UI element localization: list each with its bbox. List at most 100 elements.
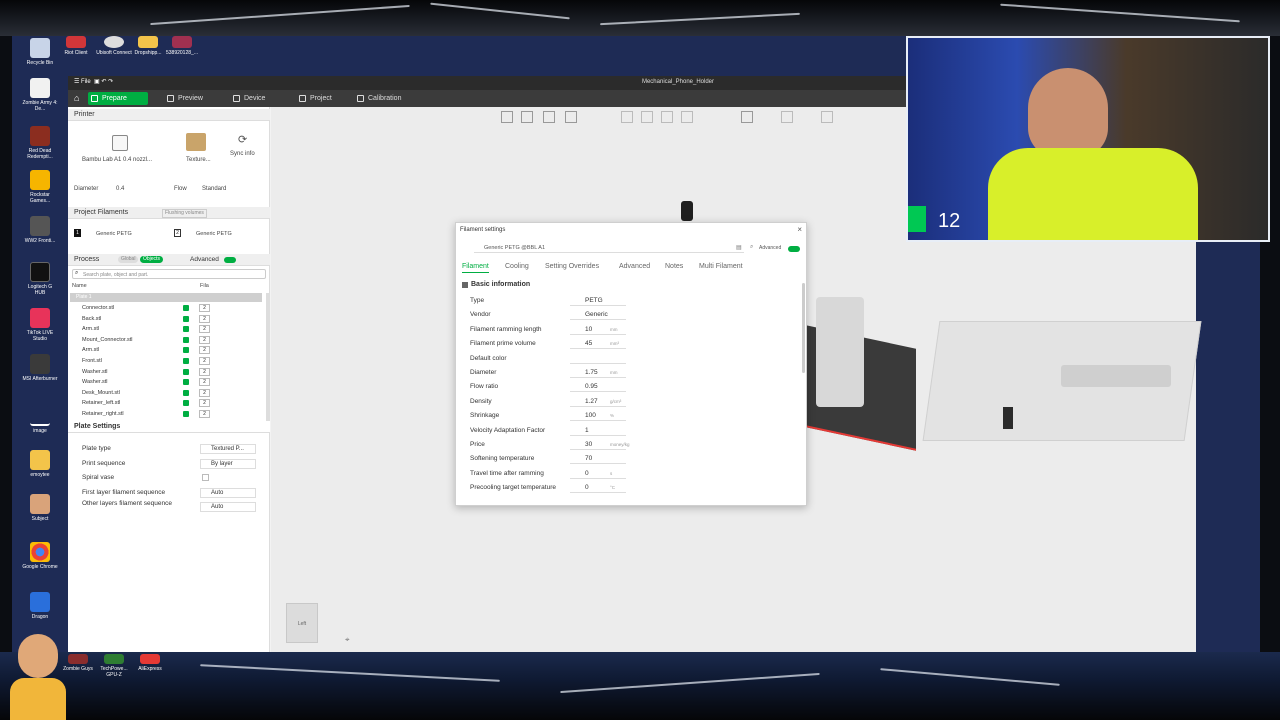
- property-input[interactable]: 1: [570, 425, 626, 436]
- property-input[interactable]: 100: [570, 410, 626, 422]
- setting-select[interactable]: Auto: [200, 487, 256, 498]
- object-row[interactable]: Arm.stl 2: [68, 324, 264, 335]
- filament-select[interactable]: 2: [199, 357, 210, 365]
- search-icon[interactable]: ⌕: [750, 244, 753, 251]
- desktop-icon[interactable]: Dropshipp...: [130, 36, 166, 56]
- scale-icon[interactable]: [661, 111, 673, 123]
- desktop-icon[interactable]: Dragon: [22, 592, 58, 620]
- visible-checkbox[interactable]: [183, 358, 189, 364]
- object-row[interactable]: Retainer_right.stl 2: [68, 409, 264, 420]
- file-menu[interactable]: ☰ File ▣ ↶ ↷: [74, 78, 113, 85]
- rotate-icon[interactable]: [641, 111, 653, 123]
- object-row[interactable]: Mount_Connector.stl 2: [68, 335, 264, 346]
- desktop-icon[interactable]: MSI Afterburner: [22, 354, 58, 382]
- home-icon[interactable]: ⌂: [72, 92, 84, 105]
- filament-select[interactable]: 2: [199, 304, 210, 312]
- flow-select[interactable]: Standard: [202, 186, 226, 192]
- filament-select[interactable]: 2: [199, 399, 210, 408]
- object-row[interactable]: Connector.stl 2: [68, 303, 264, 314]
- tab-cooling[interactable]: Cooling: [505, 263, 529, 270]
- property-input[interactable]: Generic: [570, 309, 626, 321]
- list-scrollbar[interactable]: [266, 293, 269, 423]
- visible-checkbox[interactable]: [183, 400, 189, 407]
- filament-select[interactable]: 2: [199, 388, 210, 397]
- add-plate-icon[interactable]: [521, 111, 533, 123]
- property-input[interactable]: 0: [570, 482, 626, 494]
- tab-project[interactable]: Project: [296, 92, 352, 105]
- desktop-icon[interactable]: Red Dead Redempti...: [22, 126, 58, 160]
- desktop-icon[interactable]: Rockstar Games...: [22, 170, 58, 204]
- add-object-icon[interactable]: [501, 111, 513, 123]
- visible-checkbox[interactable]: [183, 411, 189, 417]
- tab-prepare[interactable]: Prepare: [88, 92, 148, 105]
- phone-holder-model[interactable]: [816, 297, 864, 407]
- plate-type-label[interactable]: Texture...: [186, 157, 211, 163]
- filament-slot-1[interactable]: 1: [74, 229, 81, 237]
- desktop-icon[interactable]: Logitech G HUB: [22, 262, 58, 296]
- printer-name[interactable]: Bambu Lab A1 0.4 nozzl...: [82, 157, 152, 163]
- desktop-icon[interactable]: 538920128_...: [164, 36, 200, 56]
- measure-icon[interactable]: [781, 111, 793, 123]
- visible-checkbox[interactable]: [183, 347, 189, 354]
- object-row[interactable]: Desk_Mount.stl 2: [68, 388, 264, 399]
- tab-notes[interactable]: Notes: [665, 263, 683, 270]
- advanced-toggle[interactable]: [224, 257, 236, 263]
- property-input[interactable]: [570, 353, 626, 364]
- desktop-icon[interactable]: emoytee: [22, 450, 58, 478]
- visible-checkbox[interactable]: [183, 315, 189, 322]
- taskbar-icon[interactable]: AliExpress: [132, 654, 168, 672]
- desktop-icon[interactable]: TikTok LIVE Studio: [22, 308, 58, 342]
- taskbar-icon[interactable]: TechPowe... GPU-Z: [96, 654, 132, 678]
- filament-select[interactable]: 2: [199, 314, 210, 323]
- visible-checkbox[interactable]: [183, 326, 189, 333]
- assembly-icon[interactable]: [821, 111, 833, 123]
- property-input[interactable]: PETG: [570, 295, 626, 306]
- desktop-icon[interactable]: Subject: [22, 494, 58, 522]
- property-input[interactable]: 0: [570, 468, 626, 479]
- sync-icon[interactable]: ⟳: [238, 133, 247, 146]
- desktop-icon[interactable]: image: [22, 406, 58, 434]
- filament-1-name[interactable]: Generic PETG: [96, 231, 132, 237]
- setting-select[interactable]: By layer: [200, 458, 256, 469]
- object-row[interactable]: Washer.stl 2: [68, 377, 264, 388]
- tab-setting-overrides[interactable]: Setting Overrides: [545, 263, 599, 270]
- desktop-icon[interactable]: Google Chrome: [22, 542, 58, 570]
- object-row[interactable]: Arm.stl 2: [68, 345, 264, 356]
- save-preset-icon[interactable]: ▤: [736, 244, 742, 251]
- visible-checkbox[interactable]: [183, 379, 189, 386]
- view-cube[interactable]: Left: [286, 603, 318, 643]
- desktop-icon[interactable]: Riot Client: [58, 36, 94, 56]
- tab-filament[interactable]: Filament: [462, 263, 489, 273]
- object-row[interactable]: Washer.stl 2: [68, 367, 264, 378]
- cut-icon[interactable]: [681, 111, 693, 123]
- orient-icon[interactable]: [543, 111, 555, 123]
- flushing-volumes-button[interactable]: Flushing volumes: [162, 209, 207, 218]
- camera-icon[interactable]: ⌖: [345, 635, 350, 645]
- text-icon[interactable]: [741, 111, 753, 123]
- printer-icon[interactable]: [112, 135, 128, 151]
- setting-select[interactable]: Auto: [200, 502, 256, 513]
- part-model-small[interactable]: [1003, 407, 1013, 429]
- plate-texture-icon[interactable]: [186, 133, 206, 151]
- move-icon[interactable]: [621, 111, 633, 123]
- tab-preview[interactable]: Preview: [164, 92, 222, 105]
- sync-info-button[interactable]: Sync info: [230, 151, 255, 157]
- setting-select[interactable]: Textured P...: [200, 444, 256, 454]
- visible-checkbox[interactable]: [183, 305, 189, 311]
- filament-2-name[interactable]: Generic PETG: [196, 231, 232, 237]
- filament-select[interactable]: 2: [199, 378, 210, 387]
- global-toggle[interactable]: Global: [118, 256, 139, 263]
- object-search-input[interactable]: ⌕ Search plate, object and part.: [72, 269, 266, 279]
- property-input[interactable]: 70: [570, 453, 626, 465]
- tab-device[interactable]: Device: [230, 92, 286, 105]
- setting-checkbox[interactable]: [202, 474, 209, 482]
- object-row[interactable]: Back.stl 2: [68, 314, 264, 325]
- advanced-toggle[interactable]: [788, 246, 800, 252]
- filament-select[interactable]: 2: [199, 335, 210, 344]
- visible-checkbox[interactable]: [183, 389, 189, 396]
- desktop-icon[interactable]: Ubisoft Connect: [96, 36, 132, 56]
- desktop-icon[interactable]: Recycle Bin: [22, 38, 58, 66]
- desktop-icon[interactable]: WW2 Fronti...: [22, 216, 58, 244]
- objects-toggle[interactable]: Objects: [140, 256, 163, 263]
- close-icon[interactable]: ×: [797, 225, 802, 234]
